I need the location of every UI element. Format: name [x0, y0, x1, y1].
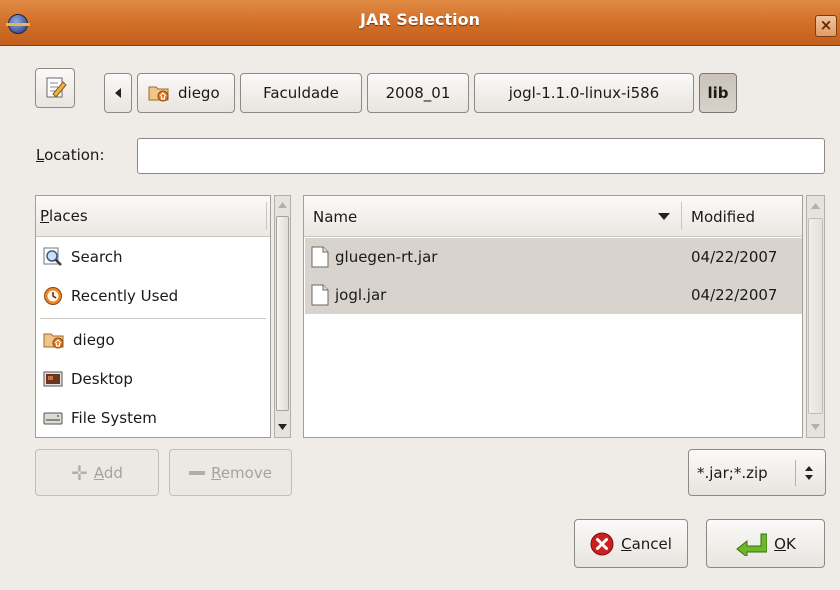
sort-descending-icon [658, 213, 670, 220]
column-header-name[interactable]: Name [304, 196, 682, 237]
scroll-thumb[interactable] [808, 218, 823, 414]
cancel-button[interactable]: Cancel [574, 519, 688, 568]
path-segment-2008-01[interactable]: 2008_01 [367, 73, 469, 113]
close-button[interactable]: × [815, 15, 837, 37]
scroll-up-button[interactable] [807, 196, 824, 216]
path-segment-label: jogl-1.1.0-linux-i586 [508, 84, 660, 102]
scroll-down-button[interactable] [807, 417, 824, 437]
files-panel: Name Modified gluegen-rt.jar 04/22/2007 … [303, 195, 803, 438]
places-header[interactable]: Places [36, 196, 270, 237]
window-title: JAR Selection [360, 10, 480, 29]
places-item-label: Search [71, 247, 123, 266]
ok-button[interactable]: OK [706, 519, 825, 568]
scroll-up-button[interactable] [275, 196, 290, 214]
file-type-filter-select[interactable]: *.jar;*.zip [688, 449, 826, 496]
places-item-label: Desktop [71, 369, 133, 388]
location-label: Location: [36, 146, 105, 164]
places-item-desktop[interactable]: Desktop [37, 359, 270, 398]
combo-arrows-icon [805, 466, 813, 480]
file-modified: 04/22/2007 [691, 286, 778, 304]
path-segment-label: diego [178, 84, 220, 102]
column-header-modified[interactable]: Modified [682, 196, 800, 237]
path-segment-diego[interactable]: diego [137, 73, 235, 113]
ok-enter-icon [736, 533, 768, 556]
places-item-label: diego [73, 330, 115, 349]
places-item-label: Recently Used [71, 286, 179, 305]
minus-icon [189, 470, 206, 475]
recent-icon [44, 286, 62, 305]
path-segment-label: 2008_01 [385, 84, 451, 102]
arrow-up-icon [811, 203, 820, 209]
path-segment-label: lib [707, 84, 729, 102]
path-segment-jogl[interactable]: jogl-1.1.0-linux-i586 [474, 73, 694, 113]
scroll-down-button[interactable] [275, 418, 290, 436]
files-header: Name Modified [304, 196, 802, 237]
places-separator [40, 318, 266, 319]
places-item-search[interactable]: Search [37, 237, 270, 276]
places-item-label: File System [71, 408, 157, 427]
file-name: jogl.jar [335, 286, 387, 304]
arrow-left-icon [115, 88, 121, 98]
places-item-diego[interactable]: diego [37, 320, 270, 359]
file-icon [311, 246, 329, 268]
add-place-button[interactable]: ✛ Add [35, 449, 159, 496]
drive-icon [43, 412, 63, 424]
places-panel: Places Search Recently Used diego Deskto… [35, 195, 271, 438]
scroll-thumb[interactable] [276, 216, 289, 411]
home-folder-icon [148, 86, 169, 102]
files-scrollbar[interactable] [806, 195, 825, 438]
file-icon [311, 284, 329, 306]
places-item-recently-used[interactable]: Recently Used [37, 276, 270, 315]
home-folder-icon [43, 333, 64, 348]
places-scrollbar[interactable] [274, 195, 291, 438]
file-modified: 04/22/2007 [691, 248, 778, 266]
filter-value: *.jar;*.zip [697, 463, 768, 482]
path-scroll-left-button[interactable] [104, 73, 132, 113]
path-segment-faculdade[interactable]: Faculdade [240, 73, 362, 113]
places-item-file-system[interactable]: File System [37, 398, 270, 437]
path-segment-lib[interactable]: lib [699, 73, 737, 113]
path-segment-label: Faculdade [263, 84, 339, 102]
type-location-toggle-button[interactable] [35, 68, 75, 108]
cancel-icon [590, 532, 614, 555]
arrow-down-icon [811, 424, 820, 430]
search-icon [43, 247, 62, 266]
remove-place-button[interactable]: Remove [169, 449, 292, 496]
location-input[interactable] [137, 138, 825, 174]
desktop-icon [43, 371, 63, 386]
edit-document-icon [46, 77, 67, 98]
arrow-down-icon [278, 424, 287, 430]
file-row[interactable]: jogl.jar 04/22/2007 [305, 276, 802, 314]
plus-icon: ✛ [71, 460, 88, 485]
file-name: gluegen-rt.jar [335, 248, 438, 266]
file-row[interactable]: gluegen-rt.jar 04/22/2007 [305, 238, 802, 276]
arrow-up-icon [278, 202, 287, 208]
